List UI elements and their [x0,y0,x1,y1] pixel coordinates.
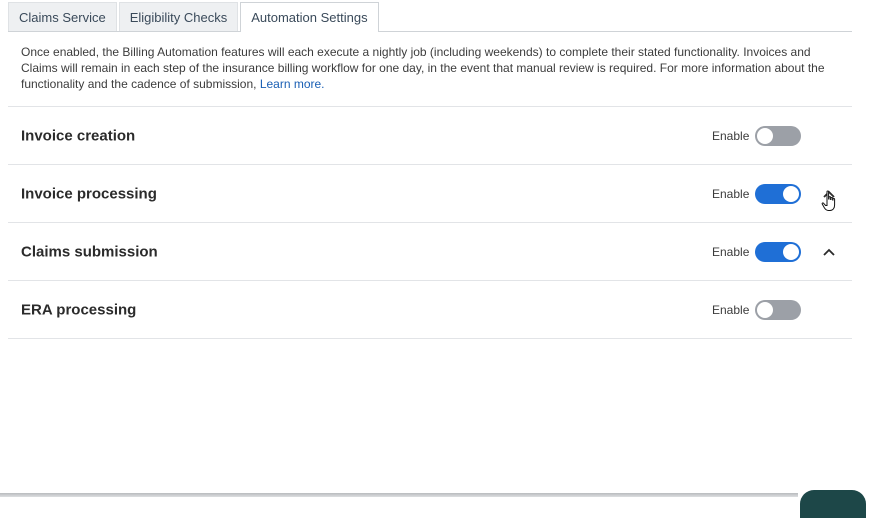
tab-label: Eligibility Checks [129,10,228,25]
collapse-chevron-up-icon[interactable] [819,242,839,262]
automation-description: Once enabled, the Billing Automation fea… [21,44,841,92]
era-processing-toggle[interactable] [755,299,801,320]
setting-row-era-processing: ERA processing Enable [8,281,852,338]
description-text: Once enabled, the Billing Automation fea… [21,45,825,91]
toggle-knob [757,127,773,144]
setting-row-invoice-processing: Invoice processing Enable [8,165,852,222]
tab-claims-service[interactable]: Claims Service [8,2,117,32]
tab-label: Automation Settings [251,10,368,25]
claims-submission-toggle[interactable] [755,241,801,262]
invoice-processing-toggle[interactable] [755,183,801,204]
bottom-scrollbar[interactable] [0,493,798,497]
hand-pointer-cursor-icon [821,190,836,211]
toggle-knob [757,301,773,318]
setting-title: Claims submission [21,243,158,260]
toggle-knob [783,243,799,260]
tab-label: Claims Service [19,10,106,25]
bottom-action-button[interactable] [800,490,866,518]
enable-label: Enable [712,186,750,201]
enable-label: Enable [712,302,750,317]
enable-label: Enable [712,244,750,259]
toggle-knob [783,185,799,202]
setting-title: Invoice processing [21,185,157,202]
divider [8,338,852,339]
setting-title: Invoice creation [21,127,136,144]
tab-automation-settings[interactable]: Automation Settings [240,2,379,32]
tab-eligibility-checks[interactable]: Eligibility Checks [118,2,239,32]
invoice-creation-toggle[interactable] [755,125,801,146]
tab-divider [8,31,852,32]
learn-more-link[interactable]: Learn more. [260,77,325,91]
enable-label: Enable [712,128,750,143]
setting-row-claims-submission: Claims submission Enable [8,223,852,280]
tab-bar: Claims Service Eligibility Checks Automa… [8,2,381,32]
setting-title: ERA processing [21,301,137,318]
setting-row-invoice-creation: Invoice creation Enable [8,107,852,164]
